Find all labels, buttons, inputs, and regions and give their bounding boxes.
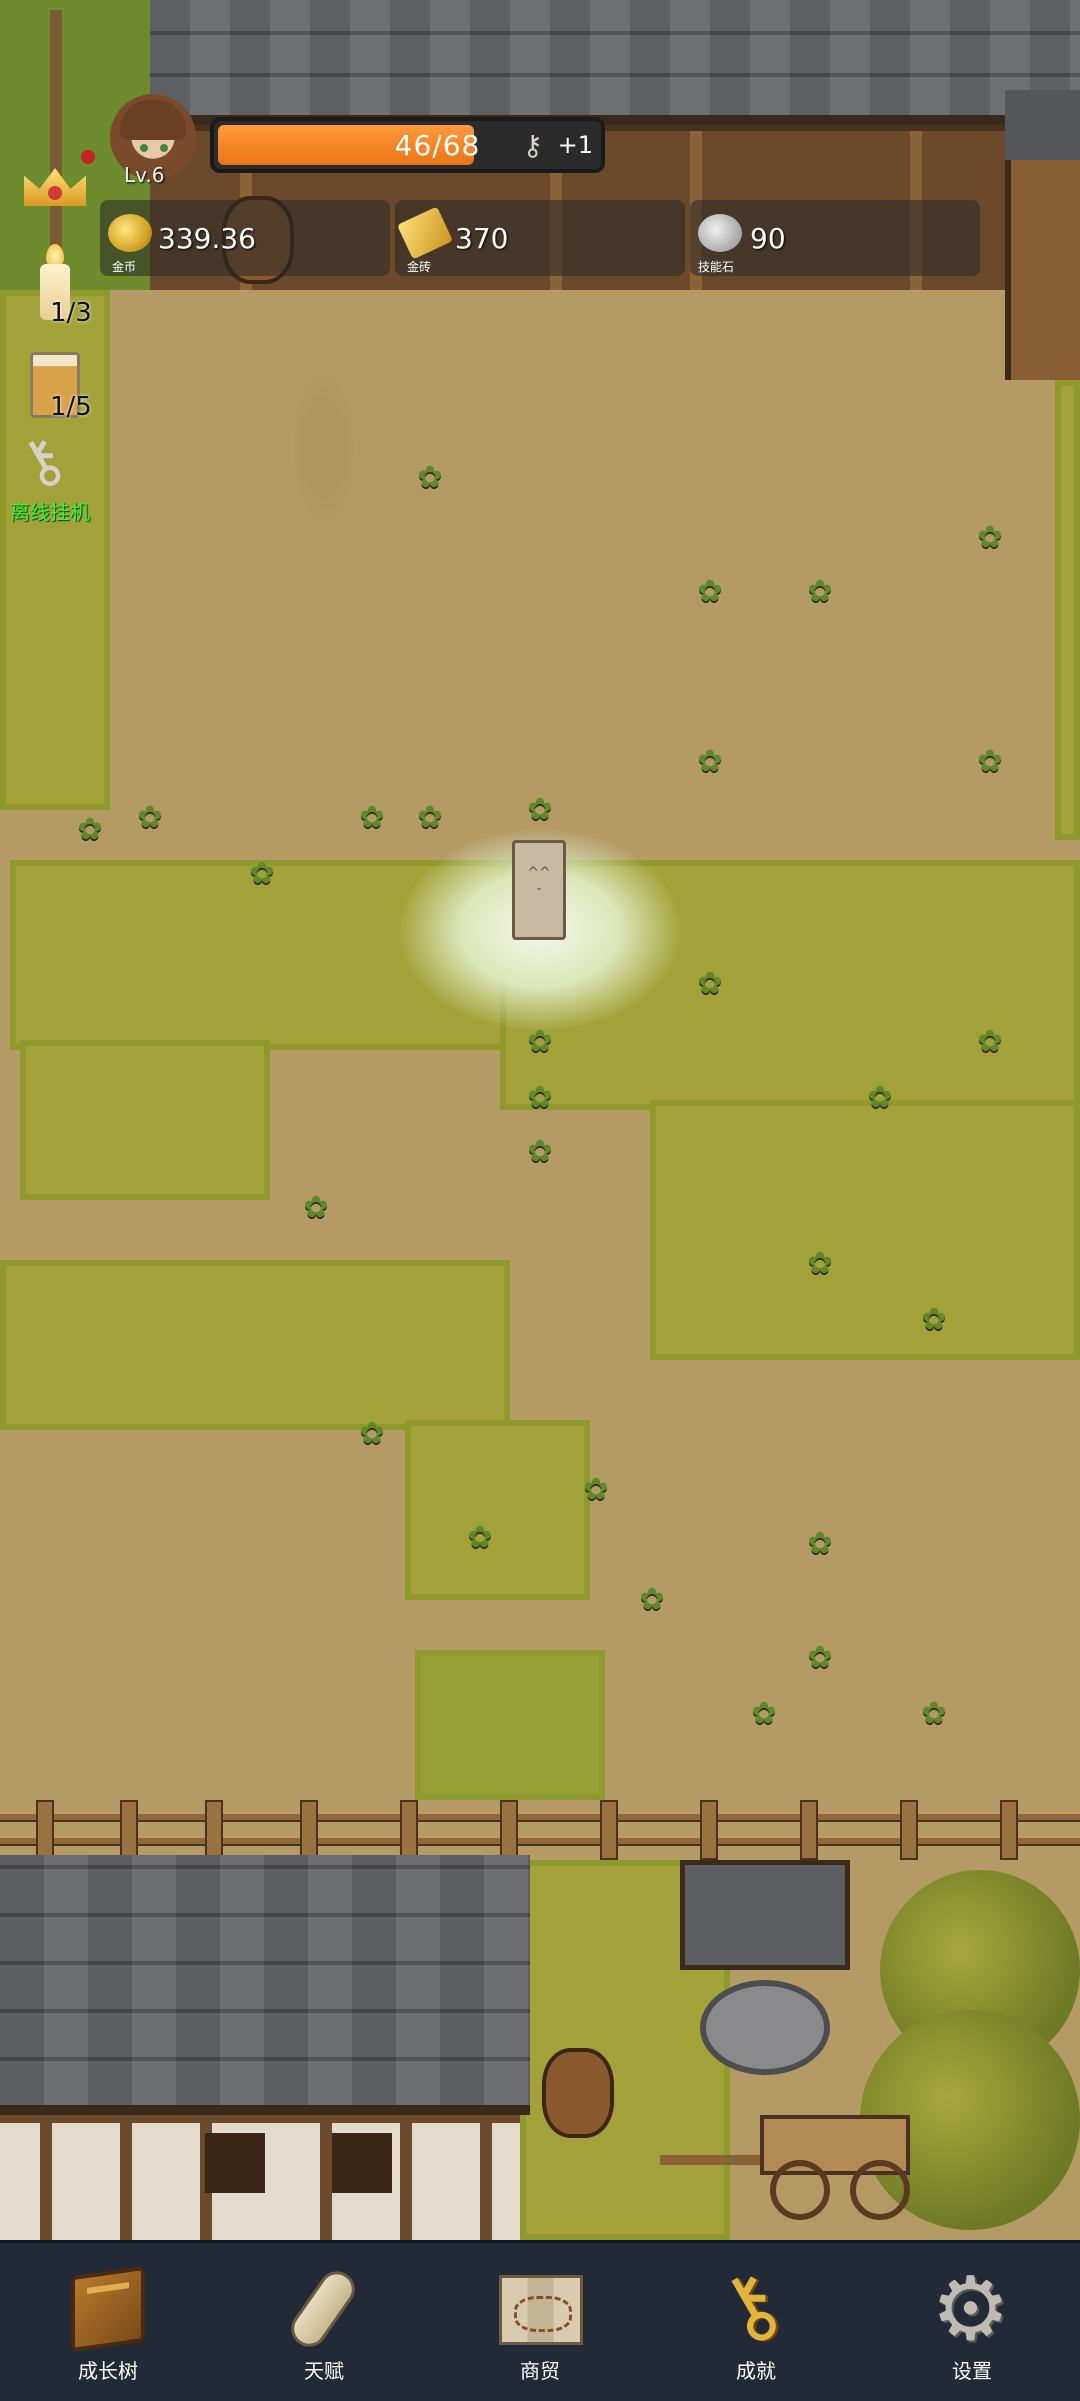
sprout[interactable] [518, 1080, 562, 1116]
barrel [542, 2048, 614, 2138]
sprout[interactable] [68, 812, 112, 848]
candle-button[interactable]: 1/3 [18, 244, 92, 330]
sprout[interactable] [798, 1640, 842, 1676]
game-world[interactable]: ^^- [0, 0, 1080, 2240]
experience-bonus: +1 [557, 131, 593, 159]
sprout[interactable] [518, 1134, 562, 1170]
sprout[interactable] [742, 1696, 786, 1732]
bottom-building-roof [0, 1855, 530, 2115]
wooden-cart [660, 2115, 920, 2220]
map-icon [495, 2261, 585, 2351]
sprout[interactable] [968, 1024, 1012, 1060]
sprout[interactable] [798, 574, 842, 610]
sprout[interactable] [630, 1582, 674, 1618]
gold-coin-value: 339.36 [158, 222, 256, 255]
nav-talent[interactable]: 天赋 [216, 2243, 432, 2401]
nav-trade[interactable]: 商贸 [432, 2243, 648, 2401]
nav-label: 成长树 [78, 2359, 138, 2383]
player-level: Lv.6 [124, 163, 165, 187]
gold-brick-value: 370 [455, 222, 509, 255]
sprout[interactable] [688, 574, 732, 610]
nav-label: 设置 [952, 2359, 992, 2383]
sprout[interactable] [350, 1416, 394, 1452]
bottom-building-front [0, 2115, 520, 2240]
gold-coin-panel[interactable]: 339.36 金币 [100, 200, 390, 276]
monument-face-icon: ^^ - [527, 865, 551, 897]
stone-icon [698, 214, 742, 252]
sprout[interactable] [798, 1246, 842, 1282]
skill-stone-label: 技能石 [698, 260, 735, 274]
sprout[interactable] [458, 1520, 502, 1556]
golden-key-icon: ⚷ [698, 2248, 801, 2364]
sprout[interactable] [688, 966, 732, 1002]
book-icon [63, 2261, 153, 2353]
sprout[interactable] [968, 744, 1012, 780]
grass-patch [1055, 380, 1080, 840]
top-building-roof [150, 0, 1080, 125]
sprout[interactable] [294, 1190, 338, 1226]
gold-brick-panel[interactable]: 370 金砖 [395, 200, 685, 276]
nav-achievement[interactable]: ⚷ 成就 [648, 2243, 864, 2401]
gear-icon: ⚙ [931, 2257, 1010, 2360]
nav-settings[interactable]: ⚙ 设置 [864, 2243, 1080, 2401]
sprout[interactable] [858, 1080, 902, 1116]
scroll-icon [279, 2261, 369, 2354]
nav-label: 成就 [736, 2359, 776, 2383]
grass-patch [405, 1420, 590, 1600]
nav-label: 天赋 [304, 2359, 344, 2383]
sprout[interactable] [350, 800, 394, 836]
offline-idle-label[interactable]: 离线挂机 [10, 496, 90, 525]
key-icon: ⚷ [522, 129, 543, 162]
sprout[interactable] [408, 460, 452, 496]
avatar-hair [120, 100, 186, 140]
right-house [1005, 90, 1080, 380]
candle-count: 1/3 [50, 298, 92, 328]
stone-monument[interactable]: ^^ - [512, 840, 566, 940]
nav-growth-tree[interactable]: 成长树 [0, 2243, 216, 2401]
gold-brick-label: 金砖 [407, 260, 432, 274]
grass-patch [0, 1260, 510, 1430]
sprout[interactable] [240, 856, 284, 892]
crown-button[interactable] [20, 150, 90, 216]
sprout[interactable] [518, 792, 562, 828]
stone-well [680, 1860, 850, 2080]
gold-brick-icon [397, 206, 453, 260]
sprout[interactable] [798, 1526, 842, 1562]
gold-coin-label: 金币 [112, 260, 137, 274]
wooden-fence [0, 1800, 1080, 1860]
skill-stone-panel[interactable]: 90 技能石 [690, 200, 980, 276]
experience-bar: 46/68 ⚷ +1 [210, 117, 605, 173]
sprout[interactable] [128, 800, 172, 836]
sprout[interactable] [574, 1472, 618, 1508]
sprout[interactable] [912, 1696, 956, 1732]
nav-label: 商贸 [520, 2359, 560, 2383]
drink-count: 1/5 [50, 392, 92, 422]
sprout[interactable] [912, 1302, 956, 1338]
sprout[interactable] [968, 520, 1012, 556]
skill-stone-value: 90 [750, 222, 786, 255]
grass-patch [415, 1650, 605, 1800]
grass-patch [20, 1040, 270, 1200]
sprout[interactable] [688, 744, 732, 780]
drink-button[interactable]: 1/5 [18, 344, 92, 430]
coin-icon [108, 214, 152, 252]
bottom-navigation: 成长树 天赋 商贸 ⚷ 成就 ⚙ 设置 [0, 2240, 1080, 2401]
grass-patch [650, 1100, 1080, 1360]
sprout[interactable] [408, 800, 452, 836]
